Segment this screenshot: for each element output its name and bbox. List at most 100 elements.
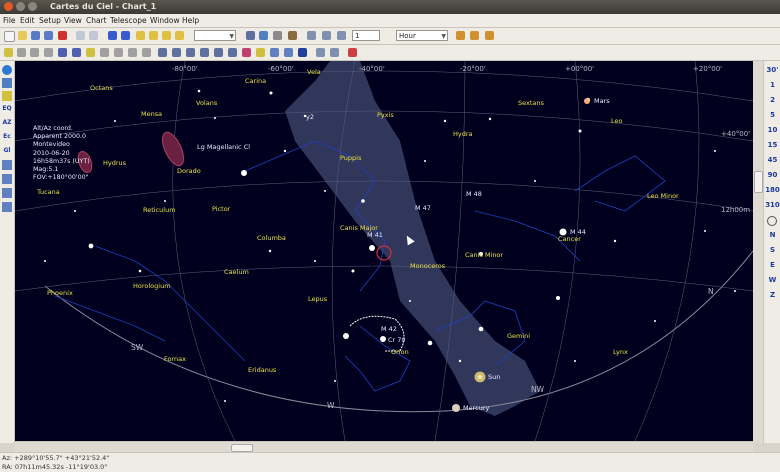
image-icon[interactable]: [284, 48, 293, 57]
planet-icon[interactable]: [242, 48, 251, 57]
minimize-window-button[interactable]: [16, 2, 25, 11]
zoom-in-icon[interactable]: [136, 31, 145, 40]
maximize-window-button[interactable]: [28, 2, 37, 11]
previous-icon[interactable]: [322, 31, 331, 40]
menu-edit[interactable]: Edit: [20, 16, 35, 25]
rotate-icon[interactable]: [186, 48, 195, 57]
undo-icon[interactable]: [108, 31, 117, 40]
fov-button[interactable]: 90: [764, 171, 780, 179]
direction-button-e[interactable]: E: [764, 261, 780, 269]
binoculars-icon[interactable]: [246, 31, 255, 40]
alt-grid-icon[interactable]: [128, 48, 137, 57]
flip-icon[interactable]: [172, 48, 181, 57]
constellation-label: Lynx: [613, 348, 628, 356]
circle-icon[interactable]: [2, 174, 12, 184]
dss-icon[interactable]: [298, 48, 307, 57]
menu-window[interactable]: Window: [150, 16, 180, 25]
label-icon[interactable]: [86, 48, 95, 57]
menu-file[interactable]: File: [3, 16, 16, 25]
print-icon[interactable]: [44, 31, 53, 40]
fov-button[interactable]: 5: [764, 111, 780, 119]
stars-icon[interactable]: [2, 91, 12, 101]
sun-marker[interactable]: [474, 371, 486, 383]
gl-button[interactable]: Gl: [2, 146, 12, 156]
zoom-field-icon[interactable]: [162, 31, 171, 40]
horizon-icon[interactable]: [214, 48, 223, 57]
fov-button[interactable]: 1: [764, 81, 780, 89]
sky-chart[interactable]: Alt/Az coord. Apparent 2000.0 Montevideo…: [15, 61, 753, 441]
mirror-icon[interactable]: [158, 48, 167, 57]
line-icon[interactable]: [58, 48, 67, 57]
az-button[interactable]: AZ: [2, 118, 12, 128]
search-combo[interactable]: ▼: [194, 30, 236, 41]
status-ra-dec: RA: 07h11m45.32s -11°19'03.0": [2, 463, 108, 471]
info-icon[interactable]: [288, 31, 297, 40]
galaxy-icon[interactable]: [30, 48, 39, 57]
fov-button[interactable]: 15: [764, 141, 780, 149]
direction-button-z[interactable]: Z: [764, 291, 780, 299]
fov-button[interactable]: 30': [764, 66, 780, 74]
menu-view[interactable]: View: [64, 16, 82, 25]
fov-button[interactable]: 180: [764, 186, 780, 194]
find-object-icon[interactable]: [259, 31, 268, 40]
first-icon[interactable]: [307, 31, 316, 40]
time-step-field[interactable]: 1: [352, 30, 380, 41]
zoom-out-icon[interactable]: [149, 31, 158, 40]
telescope-icon[interactable]: [456, 31, 465, 40]
horizontal-scroll-thumb[interactable]: [231, 444, 253, 452]
vertical-scroll-thumb[interactable]: [754, 171, 763, 193]
boundary-icon[interactable]: [72, 48, 81, 57]
rotate-back-icon[interactable]: [200, 48, 209, 57]
redo-icon[interactable]: [121, 31, 130, 40]
eyepiece-icon[interactable]: [348, 48, 357, 57]
tile-icon[interactable]: [89, 31, 98, 40]
constellation-label: Lepus: [308, 295, 328, 303]
sync-icon[interactable]: [470, 31, 479, 40]
fov-button[interactable]: 2: [764, 96, 780, 104]
arrow-left-icon[interactable]: [316, 48, 325, 57]
rotate-right-icon[interactable]: [2, 202, 12, 212]
menu-setup[interactable]: Setup: [39, 16, 61, 25]
large-magellanic-cloud[interactable]: [158, 129, 188, 168]
zoom-circle-icon[interactable]: [767, 216, 777, 226]
slew-icon[interactable]: [485, 31, 494, 40]
projection-icon[interactable]: [2, 160, 12, 170]
mercury-marker[interactable]: [452, 404, 460, 412]
eq-button[interactable]: EQ: [2, 104, 12, 114]
time-unit-select[interactable]: Hour ▼: [396, 30, 448, 41]
close-window-button[interactable]: [4, 2, 13, 11]
nebula-icon[interactable]: [17, 48, 26, 57]
zoom-reset-icon[interactable]: [175, 31, 184, 40]
menu-help[interactable]: Help: [182, 16, 199, 25]
star-icon[interactable]: [4, 48, 13, 57]
rotate-left-icon[interactable]: [2, 188, 12, 198]
ground-icon[interactable]: [228, 48, 237, 57]
menu-telescope[interactable]: Telescope: [110, 16, 147, 25]
mars-marker[interactable]: [584, 98, 590, 104]
milky-way-icon[interactable]: [270, 48, 279, 57]
fov-button[interactable]: 45: [764, 156, 780, 164]
save-icon[interactable]: [31, 31, 40, 40]
constellation-icon[interactable]: [142, 48, 151, 57]
direction-button-w[interactable]: W: [764, 276, 780, 284]
grid-icon[interactable]: [100, 48, 109, 57]
direction-button-n[interactable]: N: [764, 231, 780, 239]
direction-button-s[interactable]: S: [764, 246, 780, 254]
next-icon[interactable]: [337, 31, 346, 40]
new-chart-icon[interactable]: [4, 31, 15, 42]
cluster-icon[interactable]: [44, 48, 53, 57]
window-icon[interactable]: [76, 31, 85, 40]
menu-chart[interactable]: Chart: [86, 16, 107, 25]
eq-grid-icon[interactable]: [114, 48, 123, 57]
alpha-icon[interactable]: [256, 48, 265, 57]
setup-icon[interactable]: [58, 31, 67, 40]
ec-button[interactable]: Ec: [2, 132, 12, 142]
anchor-icon[interactable]: [330, 48, 339, 57]
globe-icon[interactable]: [2, 65, 12, 75]
open-icon[interactable]: [18, 31, 27, 40]
position-icon[interactable]: [2, 78, 12, 88]
fov-button[interactable]: 10: [764, 126, 780, 134]
calendar-icon[interactable]: [273, 31, 282, 40]
vertical-scrollbar[interactable]: [753, 61, 763, 443]
fov-button[interactable]: 310: [764, 201, 780, 209]
